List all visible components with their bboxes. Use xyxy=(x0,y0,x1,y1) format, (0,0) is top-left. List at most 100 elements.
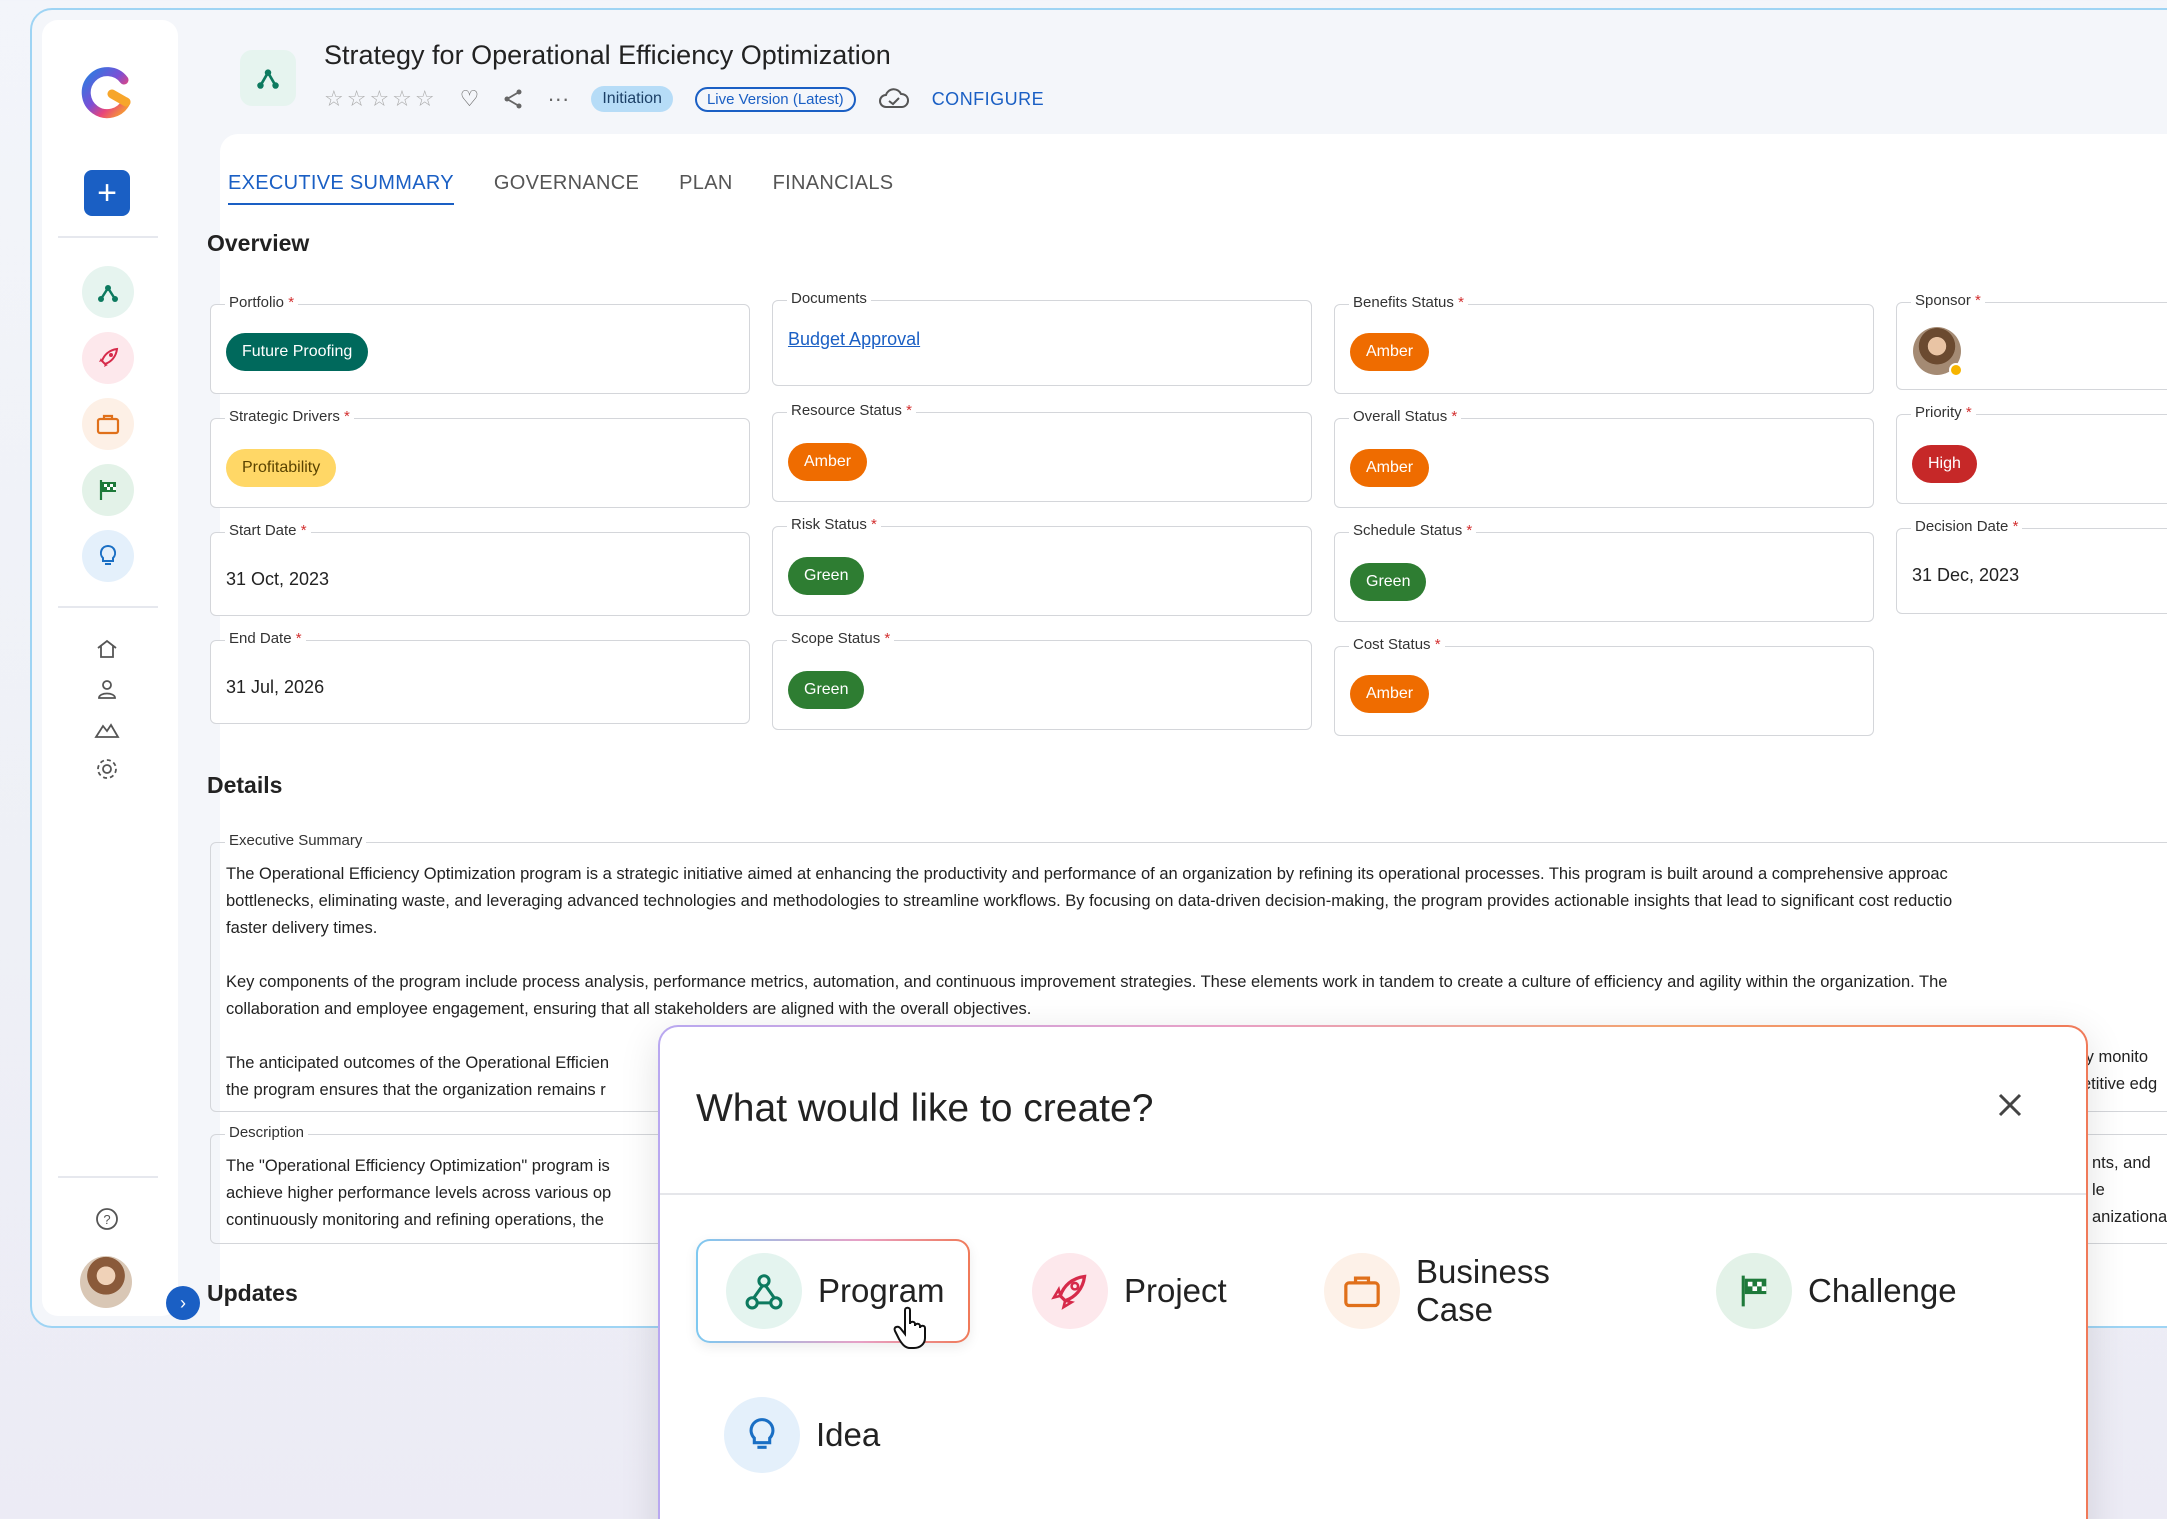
strategic-driver-chip: Profitability xyxy=(226,449,337,487)
documents-field[interactable]: Documents Budget Approval xyxy=(772,290,1312,386)
field-label: Strategic Drivers * xyxy=(225,408,354,425)
favorite-heart-icon[interactable]: ♡ xyxy=(460,86,480,112)
option-label: Idea xyxy=(816,1416,881,1453)
option-label: Project xyxy=(1124,1272,1227,1309)
sidebar-item-challenges[interactable] xyxy=(82,464,134,516)
risk-status-field[interactable]: Risk Status * Green xyxy=(772,516,1312,616)
end-date-value: 31 Jul, 2026 xyxy=(226,677,325,697)
briefcase-icon xyxy=(1324,1253,1400,1329)
home-icon[interactable] xyxy=(92,634,122,664)
sidebar-item-programs[interactable] xyxy=(82,266,134,318)
svg-text:?: ? xyxy=(103,1212,110,1227)
field-label: Risk Status * xyxy=(787,516,881,533)
option-idea[interactable]: Idea xyxy=(696,1383,916,1487)
version-badge[interactable]: Live Version (Latest) xyxy=(694,86,856,112)
settings-gear-icon[interactable] xyxy=(92,754,122,784)
checkered-flag-icon xyxy=(1716,1253,1792,1329)
help-icon[interactable]: ? xyxy=(92,1204,122,1234)
divider xyxy=(58,606,158,608)
divider xyxy=(660,1193,2086,1195)
field-label: Start Date * xyxy=(225,522,311,539)
divider xyxy=(58,236,158,238)
option-label: Program xyxy=(818,1272,945,1309)
option-business-case[interactable]: Business Case xyxy=(1296,1239,1636,1343)
mountain-icon[interactable] xyxy=(92,714,122,744)
status-dot xyxy=(1949,363,1963,377)
schedule-status-chip: Green xyxy=(1350,563,1427,601)
field-label: Sponsor * xyxy=(1911,292,1985,309)
rocket-icon xyxy=(1032,1253,1108,1329)
more-options-icon[interactable]: ··· xyxy=(547,86,569,112)
benefits-status-field[interactable]: Benefits Status * Amber xyxy=(1334,294,1874,394)
tab-governance[interactable]: GOVERNANCE xyxy=(494,172,639,205)
sidebar-item-ideas[interactable] xyxy=(82,530,134,582)
share-icon[interactable] xyxy=(501,87,525,111)
resource-status-field[interactable]: Resource Status * Amber xyxy=(772,402,1312,502)
priority-field[interactable]: Priority * High xyxy=(1896,404,2167,504)
create-dialog: What would like to create? Program Proje… xyxy=(658,1025,2088,1519)
sidebar-item-projects[interactable] xyxy=(82,332,134,384)
scope-status-field[interactable]: Scope Status * Green xyxy=(772,630,1312,730)
benefits-status-chip: Amber xyxy=(1350,333,1430,371)
decision-date-value: 31 Dec, 2023 xyxy=(1912,565,2020,585)
user-icon[interactable] xyxy=(92,674,122,704)
option-label: Business Case xyxy=(1415,1253,1550,1328)
divider xyxy=(58,1176,158,1178)
option-project[interactable]: Project xyxy=(1004,1239,1264,1343)
create-new-button[interactable]: + xyxy=(84,170,130,216)
rating-stars[interactable]: ☆☆☆☆☆ xyxy=(324,86,438,112)
field-label: Executive Summary xyxy=(225,832,367,849)
scope-status-chip: Green xyxy=(788,671,865,709)
close-button[interactable] xyxy=(1990,1085,2030,1125)
portfolio-chip: Future Proofing xyxy=(226,333,369,371)
sponsor-field[interactable]: Sponsor * xyxy=(1896,292,2167,390)
expand-sidebar-button[interactable]: › xyxy=(166,1286,200,1320)
briefcase-icon xyxy=(96,414,120,435)
field-label: Documents xyxy=(787,290,871,307)
field-label: Description xyxy=(225,1124,309,1141)
field-label: Schedule Status * xyxy=(1349,522,1477,539)
cost-status-field[interactable]: Cost Status * Amber xyxy=(1334,636,1874,736)
hand-cursor-icon xyxy=(893,1306,926,1349)
description-text-tail: nts, and le anizationa xyxy=(2092,1154,2167,1226)
checkered-flag-icon xyxy=(99,480,116,500)
field-label: Portfolio * xyxy=(225,294,299,311)
option-challenge[interactable]: Challenge xyxy=(1688,1239,1988,1343)
dialog-title: What would like to create? xyxy=(696,1087,1154,1130)
overview-heading: Overview xyxy=(207,230,310,256)
cloud-sync-icon[interactable] xyxy=(878,87,910,111)
tab-executive-summary[interactable]: EXECUTIVE SUMMARY xyxy=(228,172,454,205)
risk-status-chip: Green xyxy=(788,557,865,595)
strategic-drivers-field[interactable]: Strategic Drivers * Profitability xyxy=(210,408,750,508)
lightbulb-icon xyxy=(724,1397,800,1473)
close-icon xyxy=(1998,1093,2022,1117)
program-icon xyxy=(257,69,279,89)
overall-status-chip: Amber xyxy=(1350,449,1430,487)
sidebar-item-business-cases[interactable] xyxy=(82,398,134,450)
updates-heading: Updates xyxy=(207,1280,298,1306)
tab-plan[interactable]: PLAN xyxy=(679,172,732,205)
schedule-status-field[interactable]: Schedule Status * Green xyxy=(1334,522,1874,622)
priority-chip: High xyxy=(1912,445,1977,483)
field-label: Resource Status * xyxy=(787,402,916,419)
user-avatar[interactable] xyxy=(80,1256,132,1308)
overall-status-field[interactable]: Overall Status * Amber xyxy=(1334,408,1874,508)
program-type-icon xyxy=(240,50,296,106)
end-date-field[interactable]: End Date * 31 Jul, 2026 xyxy=(210,630,750,724)
executive-summary-text-tail: ly monito etitive edg xyxy=(2082,1048,2158,1093)
sidebar: + ? xyxy=(42,20,178,1316)
configure-link[interactable]: CONFIGURE xyxy=(932,89,1045,110)
cost-status-chip: Amber xyxy=(1350,675,1430,713)
start-date-value: 31 Oct, 2023 xyxy=(226,569,330,589)
page-title: Strategy for Operational Efficiency Opti… xyxy=(324,40,891,70)
header-actions: ☆☆☆☆☆ ♡ ··· Initiation Live Version (Lat… xyxy=(324,82,1044,116)
document-link[interactable]: Budget Approval xyxy=(788,329,920,350)
tab-financials[interactable]: FINANCIALS xyxy=(773,172,894,205)
portfolio-field[interactable]: Portfolio * Future Proofing xyxy=(210,294,750,394)
option-label: Challenge xyxy=(1808,1272,1957,1309)
stage-badge: Initiation xyxy=(591,86,673,112)
field-label: End Date * xyxy=(225,630,306,647)
start-date-field[interactable]: Start Date * 31 Oct, 2023 xyxy=(210,522,750,616)
decision-date-field[interactable]: Decision Date * 31 Dec, 2023 xyxy=(1896,518,2167,614)
lightbulb-icon xyxy=(99,544,117,565)
